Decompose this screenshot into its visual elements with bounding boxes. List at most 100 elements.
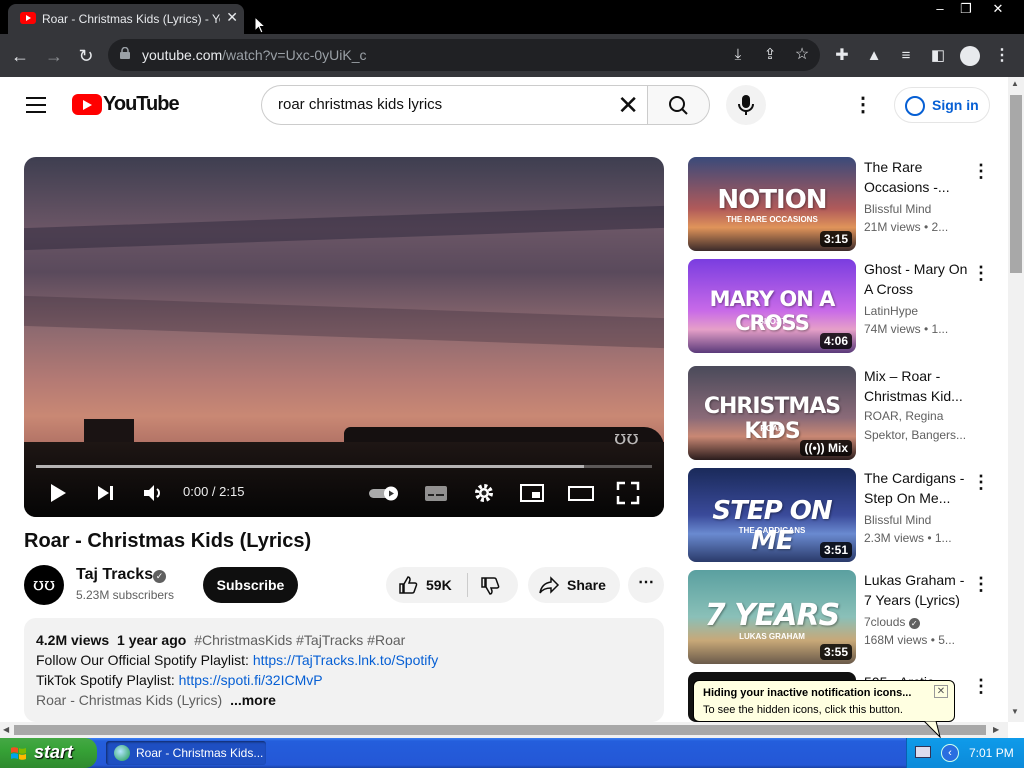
- play-button[interactable]: [48, 481, 68, 505]
- install-icon[interactable]: ⤓: [726, 43, 750, 67]
- search-button[interactable]: [647, 85, 710, 125]
- fullscreen-button[interactable]: [616, 481, 640, 505]
- labs-flask-icon[interactable]: ▲: [862, 44, 886, 68]
- scrollbar-thumb[interactable]: [14, 725, 986, 735]
- tab-close-icon[interactable]: ✕: [226, 9, 238, 26]
- video-menu-icon[interactable]: ⋮: [972, 263, 990, 284]
- thumbs-up-icon[interactable]: [398, 575, 418, 595]
- share-button[interactable]: Share: [528, 567, 620, 603]
- description-line: TikTok Spotify Playlist:: [36, 672, 179, 688]
- balloon-close-icon[interactable]: ✕: [934, 685, 948, 698]
- next-button[interactable]: [96, 481, 116, 505]
- duration-badge: 3:15: [819, 231, 852, 247]
- video-menu-icon[interactable]: ⋮: [972, 574, 990, 595]
- video-thumbnail[interactable]: 7 YEARS LUKAS GRAHAM 3:55: [688, 570, 856, 664]
- minimize-button[interactable]: ‒: [926, 0, 954, 18]
- description-box[interactable]: 4.2M views 1 year ago #ChristmasKids #Ta…: [24, 618, 664, 722]
- horizontal-scrollbar[interactable]: ◀ ▶: [0, 722, 1008, 738]
- video-thumbnail[interactable]: MARY ON A CROSS GHOST 4:06: [688, 259, 856, 353]
- video-menu-icon[interactable]: ⋮: [972, 472, 990, 493]
- media-queue-icon[interactable]: ≡: [894, 44, 918, 68]
- volume-button[interactable]: [142, 481, 164, 505]
- video-thumbnail[interactable]: CHRISTMAS KIDS ROAR ((•)) Mix: [688, 366, 856, 460]
- subscribe-button[interactable]: Subscribe: [203, 567, 298, 603]
- close-window-button[interactable]: ✕: [984, 0, 1012, 18]
- video-frame-ground: [24, 442, 664, 517]
- recommended-video[interactable]: MARY ON A CROSS GHOST 4:06 Ghost - Mary …: [688, 259, 998, 354]
- like-count[interactable]: 59K: [426, 577, 452, 593]
- recommended-channel[interactable]: ROAR, Regina: [864, 409, 943, 423]
- recommended-title[interactable]: Mix – Roar - Christmas Kid...: [864, 366, 968, 406]
- side-panel-icon[interactable]: ◧: [926, 44, 950, 68]
- clear-search-icon[interactable]: ✕: [617, 90, 639, 120]
- recommended-channel[interactable]: LatinHype: [864, 304, 918, 318]
- balloon-body: To see the hidden icons, click this butt…: [703, 704, 903, 716]
- thumbnail-text: 7 YEARS: [704, 598, 840, 633]
- video-menu-icon[interactable]: ⋮: [972, 161, 990, 182]
- spotify-link[interactable]: https://TajTracks.lnk.to/Spotify: [253, 652, 438, 668]
- voice-search-button[interactable]: [726, 85, 766, 125]
- recommended-title[interactable]: Lukas Graham - 7 Years (Lyrics): [864, 570, 968, 610]
- progress-bar[interactable]: [36, 465, 652, 468]
- notification-balloon[interactable]: Hiding your inactive notification icons.…: [693, 680, 955, 722]
- taskbar-window-button[interactable]: Roar - Christmas Kids...: [106, 741, 266, 765]
- address-bar[interactable]: youtube.com/watch?v=Uxc-0yUiK_c ⤓ ⇪ ☆: [108, 39, 820, 71]
- scroll-right-icon[interactable]: ▶: [993, 725, 999, 734]
- browser-tab[interactable]: Roar - Christmas Kids (Lyrics) - You ✕: [8, 4, 244, 34]
- youtube-logo-text[interactable]: YouTube: [103, 93, 180, 116]
- lock-icon: [120, 47, 130, 59]
- tiktok-playlist-link[interactable]: https://spoti.fi/32ICMvP: [179, 672, 323, 688]
- show-hidden-icons-button[interactable]: ‹: [941, 744, 959, 762]
- vertical-scrollbar[interactable]: ▲ ▼: [1008, 77, 1024, 722]
- autoplay-toggle[interactable]: [368, 481, 402, 505]
- recommended-channel[interactable]: Blissful Mind: [864, 202, 931, 216]
- search-input[interactable]: roar christmas kids lyrics ✕: [261, 85, 647, 125]
- channel-watermark[interactable]: ʊʊ: [614, 425, 639, 449]
- back-arrow-icon[interactable]: ←: [8, 44, 32, 68]
- recommended-channel[interactable]: Blissful Mind: [864, 513, 931, 527]
- subtitles-button[interactable]: [424, 481, 448, 505]
- video-thumbnail[interactable]: STEP ON ME THE CARDIGANS 3:51: [688, 468, 856, 562]
- recommended-title[interactable]: Ghost - Mary On A Cross: [864, 259, 968, 299]
- youtube-logo-icon[interactable]: [72, 94, 102, 115]
- recommended-video[interactable]: STEP ON ME THE CARDIGANS 3:51 The Cardig…: [688, 468, 998, 563]
- video-thumbnail[interactable]: NOTION THE RARE OCCASIONS 3:15: [688, 157, 856, 251]
- profile-avatar-icon[interactable]: [958, 44, 982, 68]
- recommended-title[interactable]: The Cardigans - Step On Me...: [864, 468, 968, 508]
- recommended-channel[interactable]: 7clouds ✓: [864, 615, 920, 629]
- keyboard-icon[interactable]: [915, 746, 931, 758]
- settings-more-icon[interactable]: ⋮: [853, 93, 873, 117]
- recommended-title[interactable]: The Rare Occasions -...: [864, 157, 968, 197]
- sign-in-button[interactable]: Sign in: [894, 87, 990, 123]
- video-menu-icon[interactable]: ⋮: [972, 676, 990, 697]
- miniplayer-button[interactable]: [520, 481, 544, 505]
- scroll-down-icon[interactable]: ▼: [1011, 707, 1019, 716]
- recommended-mix[interactable]: CHRISTMAS KIDS ROAR ((•)) Mix Mix – Roar…: [688, 366, 998, 461]
- settings-button[interactable]: [472, 481, 496, 505]
- channel-avatar[interactable]: ʊʊ: [24, 565, 64, 605]
- recommended-meta: 21M views • 2...: [864, 220, 949, 234]
- hashtags[interactable]: #ChristmasKids #TajTracks #Roar: [194, 632, 405, 648]
- start-button[interactable]: start: [0, 738, 97, 768]
- scrollbar-thumb[interactable]: [1010, 95, 1022, 273]
- scroll-up-icon[interactable]: ▲: [1011, 79, 1019, 88]
- menu-hamburger-icon[interactable]: [26, 97, 46, 113]
- theater-mode-button[interactable]: [568, 481, 594, 505]
- restore-button[interactable]: ❐: [952, 0, 980, 18]
- more-actions-button[interactable]: ⋯: [628, 567, 664, 603]
- bookmark-star-icon[interactable]: ☆: [790, 43, 814, 67]
- chrome-menu-icon[interactable]: ⋮: [990, 44, 1014, 68]
- share-page-icon[interactable]: ⇪: [758, 43, 782, 67]
- channel-name[interactable]: Taj Tracks: [76, 566, 153, 584]
- forward-arrow-icon[interactable]: →: [42, 44, 66, 68]
- recommended-video[interactable]: 7 YEARS LUKAS GRAHAM 3:55 Lukas Graham -…: [688, 570, 998, 665]
- recommended-video[interactable]: NOTION THE RARE OCCASIONS 3:15 The Rare …: [688, 157, 998, 252]
- show-more-link[interactable]: ...more: [230, 692, 276, 708]
- video-player[interactable]: ʊʊ 0:00 / 2:15: [24, 157, 664, 517]
- reload-icon[interactable]: ↻: [74, 44, 98, 68]
- start-label: start: [34, 742, 74, 762]
- extensions-puzzle-icon[interactable]: ✚: [830, 44, 854, 68]
- thumbs-down-icon[interactable]: [480, 576, 500, 596]
- thumbnail-subtext: THE CARDIGANS: [738, 526, 806, 535]
- scroll-left-icon[interactable]: ◀: [3, 725, 9, 734]
